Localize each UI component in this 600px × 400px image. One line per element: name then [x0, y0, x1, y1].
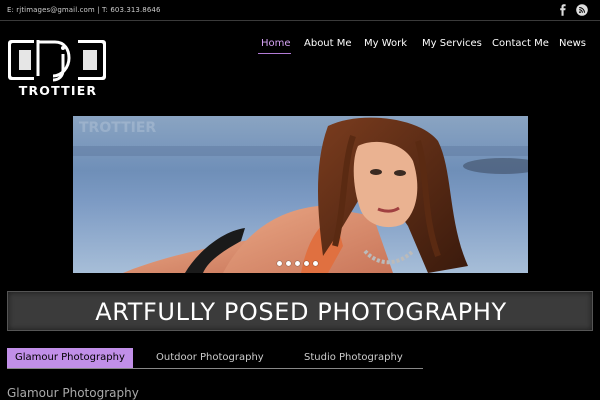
facebook-icon[interactable]	[557, 4, 569, 16]
tab-glamour-photography[interactable]: Glamour Photography	[7, 348, 133, 368]
nav-my-work[interactable]: My Work	[364, 38, 407, 54]
logo-monogram	[8, 36, 106, 82]
nav-home[interactable]: Home	[261, 38, 291, 54]
nav-my-services[interactable]: My Services	[422, 38, 482, 54]
rss-icon[interactable]	[576, 4, 588, 16]
nav-about-me[interactable]: About Me	[304, 38, 352, 54]
slider-dot[interactable]	[304, 261, 309, 266]
slider-dot[interactable]	[277, 261, 282, 266]
tab-outdoor-photography[interactable]: Outdoor Photography	[156, 348, 264, 368]
hero-watermark: TROTTIER	[79, 120, 156, 136]
nav-contact-me[interactable]: Contact Me	[492, 38, 549, 54]
hero-slider[interactable]: TROTTIER	[73, 116, 528, 273]
banner-title: ARTFULLY POSED PHOTOGRAPHY	[95, 298, 507, 326]
top-bar: E: rjtimages@gmail.com | T: 603.313.8646	[0, 0, 600, 21]
nav-news[interactable]: News	[559, 38, 586, 54]
section-title: Glamour Photography	[7, 386, 139, 400]
logo-wordmark: TROTTIER	[18, 83, 98, 98]
category-tabs: Glamour Photography Outdoor Photography …	[7, 348, 423, 369]
site-logo[interactable]: TROTTIER	[7, 36, 109, 98]
nav-active-indicator	[258, 53, 291, 54]
slider-dot[interactable]	[286, 261, 291, 266]
tagline-banner: ARTFULLY POSED PHOTOGRAPHY	[7, 291, 593, 331]
hero-photo: TROTTIER	[73, 116, 528, 273]
slider-dot[interactable]	[295, 261, 300, 266]
slider-dot[interactable]	[313, 261, 318, 266]
contact-info: E: rjtimages@gmail.com | T: 603.313.8646	[7, 6, 161, 14]
tab-studio-photography[interactable]: Studio Photography	[304, 348, 403, 368]
